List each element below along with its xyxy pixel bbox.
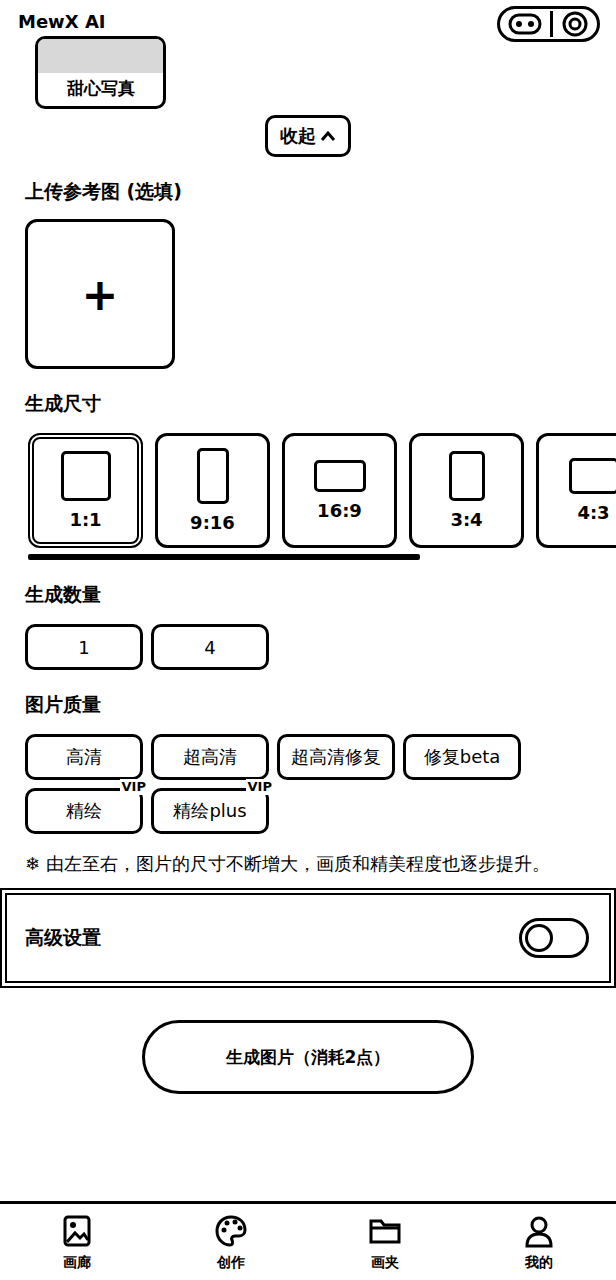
quality-option-label: 精绘 xyxy=(66,799,102,823)
count-options: 14 xyxy=(0,624,566,670)
size-option[interactable]: 9:16 xyxy=(155,433,270,548)
aspect-icon xyxy=(314,460,366,492)
quality-options: 高清超高清超高清修复修复beta精绘VIP精绘plusVIP xyxy=(0,734,566,834)
nav-label: 我的 xyxy=(525,1254,553,1272)
aspect-icon xyxy=(569,458,616,494)
size-option-label: 3:4 xyxy=(450,509,482,530)
aspect-icon xyxy=(197,448,229,504)
count-option-label: 4 xyxy=(204,637,215,658)
quality-option[interactable]: 精绘plusVIP xyxy=(151,788,269,834)
target-icon xyxy=(561,10,589,38)
size-scrollbar[interactable] xyxy=(28,554,588,560)
size-scrollbar-thumb xyxy=(28,554,420,560)
size-option-label: 4:3 xyxy=(577,502,609,523)
profile-icon xyxy=(522,1214,556,1248)
hint-note: ❄由左至右，图片的尺寸不断增大，画质和精美程度也逐步提升。 xyxy=(0,848,616,880)
aspect-icon xyxy=(449,451,485,501)
size-option[interactable]: 3:4 xyxy=(409,433,524,548)
size-option[interactable]: 1:1 xyxy=(28,433,143,548)
hint-text: 由左至右，图片的尺寸不断增大，画质和精美程度也逐步提升。 xyxy=(46,848,550,880)
quality-option[interactable]: 超高清修复 xyxy=(277,734,395,780)
collapse-button[interactable]: 收起 xyxy=(265,115,351,157)
quality-option-label: 精绘plus xyxy=(173,799,246,823)
size-option[interactable]: 4:3 xyxy=(536,433,616,548)
vip-badge: VIP xyxy=(246,779,274,795)
nav-label: 画夹 xyxy=(371,1254,399,1272)
quality-option-label: 超高清 xyxy=(183,745,237,769)
upload-box[interactable]: + xyxy=(25,219,175,369)
size-option-label: 9:16 xyxy=(190,512,235,533)
aspect-icon xyxy=(61,451,111,501)
style-card[interactable]: 甜心写真 xyxy=(35,36,166,109)
nav-item[interactable]: 画夹 xyxy=(308,1214,462,1272)
style-label: 甜心写真 xyxy=(38,73,163,106)
top-bar: MewX AI xyxy=(0,0,616,36)
quality-option[interactable]: 高清 xyxy=(25,734,143,780)
style-thumbnail xyxy=(38,39,163,73)
quality-option[interactable]: 精绘VIP xyxy=(25,788,143,834)
count-option-label: 1 xyxy=(78,637,89,658)
chevron-up-icon xyxy=(320,130,336,142)
collapse-label: 收起 xyxy=(280,124,316,148)
app-title: MewX AI xyxy=(18,11,106,32)
nav-label: 画廊 xyxy=(63,1254,91,1272)
snowflake-icon: ❄ xyxy=(25,848,40,880)
size-option-label: 16:9 xyxy=(317,500,362,521)
count-label: 生成数量 xyxy=(0,582,616,608)
size-option-label: 1:1 xyxy=(69,509,101,530)
size-option[interactable]: 16:9 xyxy=(282,433,397,548)
toggle-knob xyxy=(525,924,553,952)
bottom-nav: 画廊 创作 画夹 我的 xyxy=(0,1201,616,1280)
quality-option-label: 修复beta xyxy=(424,745,501,769)
quality-option[interactable]: 超高清 xyxy=(151,734,269,780)
quality-option-label: 超高清修复 xyxy=(291,745,381,769)
nav-item[interactable]: 画廊 xyxy=(0,1214,154,1272)
more-icon xyxy=(508,12,542,36)
capsule-menu[interactable] xyxy=(497,6,600,42)
nav-label: 创作 xyxy=(217,1254,245,1272)
quality-label: 图片质量 xyxy=(0,692,616,718)
capsule-divider xyxy=(550,11,553,37)
nav-item[interactable]: 创作 xyxy=(154,1214,308,1272)
advanced-settings: 高级设置 xyxy=(0,888,616,988)
gallery-icon xyxy=(60,1214,94,1248)
folder-icon xyxy=(368,1214,402,1248)
count-option[interactable]: 1 xyxy=(25,624,143,670)
nav-item[interactable]: 我的 xyxy=(462,1214,616,1272)
generate-button[interactable]: 生成图片（消耗2点） xyxy=(142,1020,474,1094)
advanced-toggle[interactable] xyxy=(519,918,589,958)
advanced-label: 高级设置 xyxy=(25,925,101,951)
count-option[interactable]: 4 xyxy=(151,624,269,670)
vip-badge: VIP xyxy=(120,779,148,795)
quality-option-label: 高清 xyxy=(66,745,102,769)
size-label: 生成尺寸 xyxy=(0,391,616,417)
upload-label: 上传参考图 (选填) xyxy=(0,179,616,205)
size-options: 1:1 9:16 16:9 3:4 4:3 xyxy=(0,433,616,548)
create-icon xyxy=(214,1214,248,1248)
quality-option[interactable]: 修复beta xyxy=(403,734,521,780)
